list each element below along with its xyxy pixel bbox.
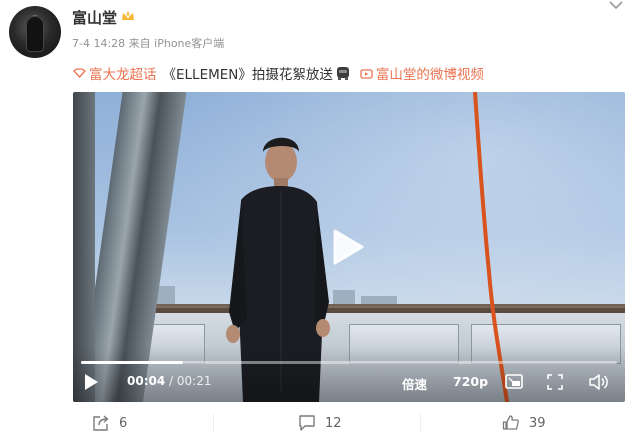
- like-icon: [502, 415, 519, 430]
- weibo-post-card: 富山堂 7-4 14:28 来自 iPhone客户端 富大龙超话 《ELLEME…: [0, 0, 640, 448]
- divider: [213, 414, 214, 432]
- crown-icon: [122, 11, 134, 20]
- tag-icon: [73, 68, 86, 78]
- author-name[interactable]: 富山堂: [72, 7, 117, 28]
- progress-bar[interactable]: [81, 361, 617, 364]
- divider: [420, 414, 421, 432]
- topic-link[interactable]: 富大龙超话: [89, 63, 157, 83]
- current-time: 00:04: [127, 374, 166, 388]
- play-icon[interactable]: [331, 228, 365, 266]
- video-time: 00:04 / 00:21: [127, 374, 211, 388]
- video-source-link[interactable]: 富山堂的微博视频: [376, 63, 484, 83]
- share-icon: [93, 415, 109, 431]
- comment-icon: [299, 415, 315, 431]
- avatar-figure: [26, 16, 44, 52]
- avatar[interactable]: [9, 6, 61, 58]
- video-player[interactable]: 00:04 / 00:21 倍速 720p: [73, 92, 625, 402]
- progress-fill: [81, 361, 183, 364]
- like-count: 39: [529, 415, 546, 431]
- emoji-icon: [336, 67, 349, 80]
- pip-icon[interactable]: [505, 374, 523, 390]
- volume-icon[interactable]: [589, 374, 609, 390]
- quality-button[interactable]: 720p: [453, 374, 488, 389]
- comment-button[interactable]: 12: [298, 412, 342, 434]
- play-pause-icon[interactable]: [83, 373, 99, 391]
- fullscreen-icon[interactable]: [547, 374, 563, 390]
- post-body: 《ELLEMEN》拍摄花絮放送: [162, 67, 333, 83]
- post-text: 富大龙超话 《ELLEMEN》拍摄花絮放送 富山堂的微博视频: [73, 63, 484, 83]
- time-separator: /: [165, 374, 177, 388]
- post-actions: 6 12 39: [0, 412, 640, 434]
- like-button[interactable]: 39: [502, 412, 546, 434]
- speed-button[interactable]: 倍速: [402, 374, 427, 393]
- post-meta: 7-4 14:28 来自 iPhone客户端: [72, 37, 225, 50]
- video-link-icon: [360, 68, 373, 79]
- duration: 00:21: [176, 374, 212, 388]
- more-icon[interactable]: [608, 0, 624, 12]
- share-button[interactable]: 6: [92, 412, 127, 434]
- share-count: 6: [119, 415, 128, 431]
- video-railing: [103, 308, 625, 313]
- comment-count: 12: [325, 415, 342, 431]
